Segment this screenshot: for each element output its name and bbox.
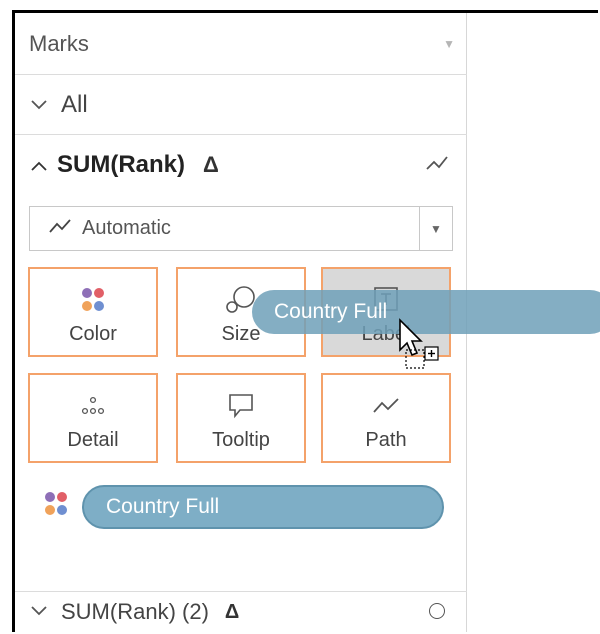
path-button[interactable]: Path <box>321 373 451 463</box>
circle-mark-icon <box>429 603 445 619</box>
sum-rank-2-label: SUM(Rank) (2) <box>61 599 209 624</box>
color-button[interactable]: Color <box>28 267 158 357</box>
path-label: Path <box>365 429 407 451</box>
chevron-up-icon[interactable] <box>31 155 47 176</box>
drag-copy-cursor-icon <box>398 318 448 379</box>
all-section[interactable]: All <box>15 75 467 135</box>
tooltip-button[interactable]: Tooltip <box>176 373 306 463</box>
color-dots-icon <box>42 490 70 523</box>
tooltip-icon <box>226 389 256 423</box>
dropdown-arrow-icon[interactable]: ▼ <box>419 207 452 250</box>
dragged-pill-label: Country Full <box>274 300 388 323</box>
delta-icon: Δ <box>203 152 219 177</box>
line-mark-icon <box>425 153 449 180</box>
color-label: Color <box>69 323 117 345</box>
mark-type-select[interactable]: Automatic ▼ <box>29 206 453 251</box>
chevron-down-icon[interactable] <box>31 94 47 115</box>
marks-header: Marks ▼ <box>15 13 467 75</box>
detail-icon <box>78 389 108 423</box>
path-icon <box>371 389 401 423</box>
pill-label: Country Full <box>106 495 220 518</box>
mark-type-value: Automatic <box>82 217 171 239</box>
sum-rank-label: SUM(Rank) <box>57 151 186 178</box>
line-mark-icon <box>48 216 72 241</box>
tooltip-label: Tooltip <box>212 429 270 451</box>
detail-label: Detail <box>67 429 119 451</box>
all-label: All <box>61 90 88 118</box>
detail-button[interactable]: Detail <box>28 373 158 463</box>
sum-rank-section[interactable]: SUM(Rank) Δ <box>15 135 467 195</box>
sum-rank-2-section[interactable]: SUM(Rank) (2) Δ <box>15 591 467 632</box>
marks-menu-caret-icon[interactable]: ▼ <box>443 37 455 51</box>
size-label: Size <box>221 323 261 345</box>
delta-icon: Δ <box>224 600 240 623</box>
country-full-pill[interactable]: Country Full <box>82 485 444 529</box>
marks-title: Marks <box>29 30 89 56</box>
color-dots-icon <box>79 283 107 317</box>
chevron-down-icon[interactable] <box>31 603 47 621</box>
